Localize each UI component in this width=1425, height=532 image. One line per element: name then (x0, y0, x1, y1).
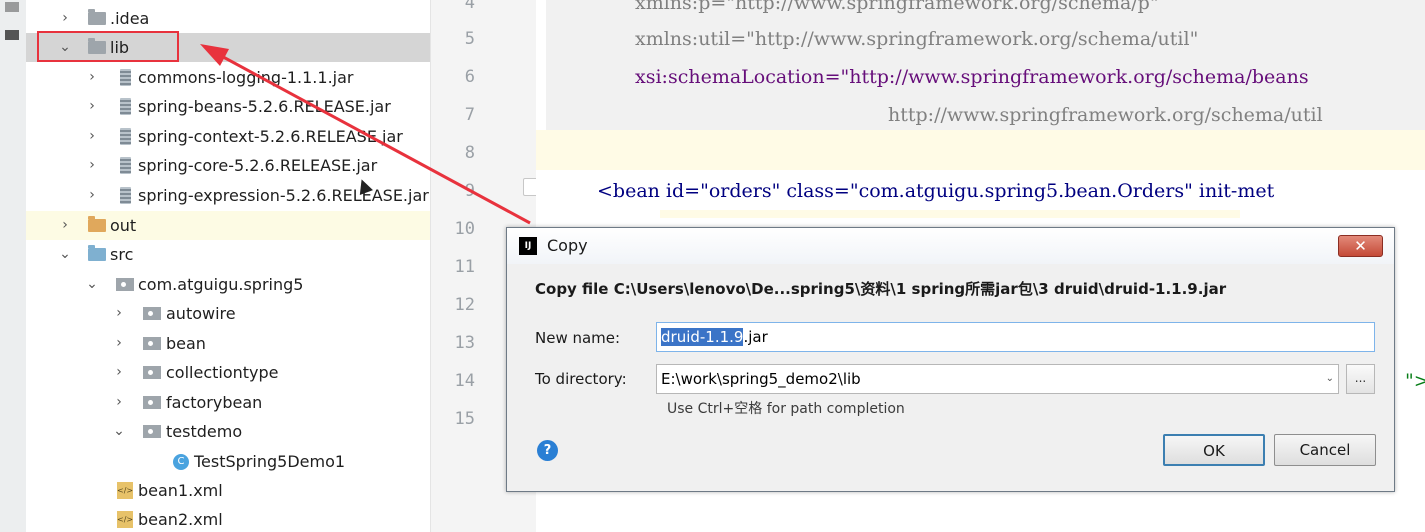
annotation-arrow (200, 44, 531, 225)
annotation-arrow-head (200, 44, 229, 66)
annotation-arrow-line (213, 50, 531, 225)
